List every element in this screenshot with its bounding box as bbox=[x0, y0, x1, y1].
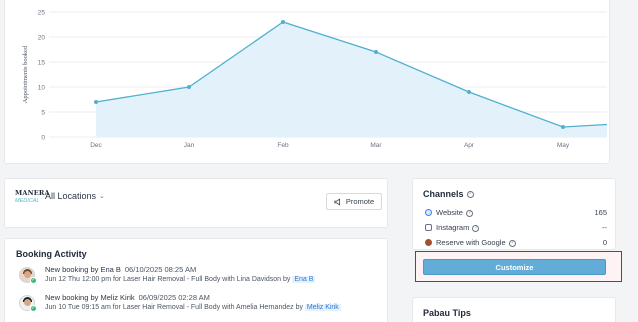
x-tick-label: Feb bbox=[277, 142, 289, 149]
info-icon[interactable]: ? bbox=[508, 239, 516, 247]
logo-text-line2: MEDICAL bbox=[15, 198, 40, 204]
booking-activity-title: Booking Activity bbox=[16, 249, 87, 259]
customize-button[interactable]: Customize bbox=[423, 259, 606, 275]
activity-detail-row: Jun 12 Thu 12:00 pm for Laser Hair Remov… bbox=[45, 276, 316, 283]
y-tick-label: 20 bbox=[38, 35, 46, 42]
promote-button[interactable]: Promote bbox=[326, 193, 382, 210]
activity-time: 06/09/2025 02:28 AM bbox=[138, 293, 210, 302]
channel-value: 0 bbox=[602, 238, 607, 247]
channels-title-row: Channels? bbox=[423, 189, 474, 199]
tips-title: Pabau Tips bbox=[423, 308, 471, 318]
booking-activity-card: Booking Activity ✓ New booking by Ena B0… bbox=[4, 238, 388, 322]
y-tick-label: 0 bbox=[41, 135, 45, 142]
channels-card: Channels? Website? 165 Instagram? -- Res… bbox=[412, 178, 616, 250]
staff-link[interactable]: Ena B bbox=[292, 276, 316, 283]
data-point bbox=[94, 100, 98, 104]
appointments-chart: 0 5 10 15 20 25 Appointments booked Dec Jan Feb Ma… bbox=[22, 10, 608, 149]
activity-headline: New booking by Meliz Kirik bbox=[45, 293, 135, 302]
channel-name: Website? bbox=[436, 208, 473, 217]
megaphone-icon bbox=[334, 197, 340, 206]
x-tick-label: May bbox=[557, 142, 570, 149]
activity-detail-row: Jun 10 Tue 09:15 am for Laser Hair Remov… bbox=[45, 304, 341, 311]
data-point bbox=[561, 125, 565, 129]
data-point bbox=[374, 50, 378, 54]
y-tick-label: 5 bbox=[41, 110, 45, 117]
info-icon[interactable]: ? bbox=[466, 191, 474, 199]
info-icon[interactable]: ? bbox=[472, 224, 480, 232]
staff-link[interactable]: Meliz Kirik bbox=[304, 304, 341, 311]
activity-detail: Jun 12 Thu 12:00 pm for Laser Hair Remov… bbox=[45, 276, 291, 283]
channel-row-google: Reserve with Google? 0 bbox=[425, 238, 607, 250]
checkmark-icon: ✓ bbox=[30, 277, 37, 284]
data-point bbox=[281, 20, 285, 24]
location-card: MANERA MEDICAL All Locations ⌄ Promote bbox=[4, 178, 388, 228]
x-tick-label: Mar bbox=[370, 142, 382, 149]
list-item[interactable]: ✓ New booking by Ena B 06/10/2025 08:25 A… bbox=[15, 265, 385, 289]
instagram-icon bbox=[425, 224, 432, 231]
channel-row-instagram: Instagram? -- bbox=[425, 223, 607, 235]
y-axis-label: Appointments booked bbox=[22, 45, 29, 103]
channel-value: -- bbox=[602, 223, 607, 232]
info-icon[interactable]: ? bbox=[465, 209, 473, 217]
channel-value: 165 bbox=[594, 208, 607, 217]
checkmark-icon: ✓ bbox=[30, 305, 37, 312]
channel-row-website: Website? 165 bbox=[425, 208, 607, 220]
globe-icon bbox=[425, 209, 432, 216]
activity-headline-row: New booking by Ena B 06/10/2025 08:25 AM bbox=[45, 265, 196, 274]
activity-time: 06/10/2025 08:25 AM bbox=[124, 265, 197, 274]
x-tick-label: Jan bbox=[184, 142, 195, 149]
channel-name: Reserve with Google? bbox=[436, 238, 516, 247]
promote-button-label: Promote bbox=[345, 197, 375, 206]
list-item[interactable]: ✓ New booking by Meliz Kirik 06/09/2025 0… bbox=[15, 293, 385, 317]
data-point bbox=[187, 85, 191, 89]
appointments-chart-card: 0 5 10 15 20 25 Appointments booked Dec Jan Feb Ma… bbox=[4, 0, 610, 164]
x-tick-label: Apr bbox=[464, 142, 475, 149]
x-tick-label: Dec bbox=[90, 142, 102, 149]
activity-detail: Jun 10 Tue 09:15 am for Laser Hair Remov… bbox=[45, 304, 303, 311]
tips-card: Pabau Tips bbox=[412, 297, 616, 322]
y-tick-label: 25 bbox=[38, 10, 46, 17]
channel-name: Instagram? bbox=[436, 223, 480, 232]
customize-highlight: Customize bbox=[415, 251, 622, 282]
y-tick-label: 15 bbox=[38, 60, 46, 67]
data-point bbox=[467, 90, 471, 94]
activity-headline: New booking by Ena B bbox=[45, 265, 121, 274]
y-tick-label: 10 bbox=[38, 85, 46, 92]
google-icon bbox=[425, 239, 432, 246]
channels-title: Channels bbox=[423, 189, 464, 199]
location-select-label[interactable]: All Locations bbox=[45, 191, 96, 201]
chevron-down-icon[interactable]: ⌄ bbox=[99, 192, 105, 200]
clinic-logo: MANERA MEDICAL bbox=[15, 189, 50, 211]
area-fill bbox=[96, 22, 607, 137]
activity-headline-row: New booking by Meliz Kirik 06/09/2025 02:… bbox=[45, 293, 210, 302]
